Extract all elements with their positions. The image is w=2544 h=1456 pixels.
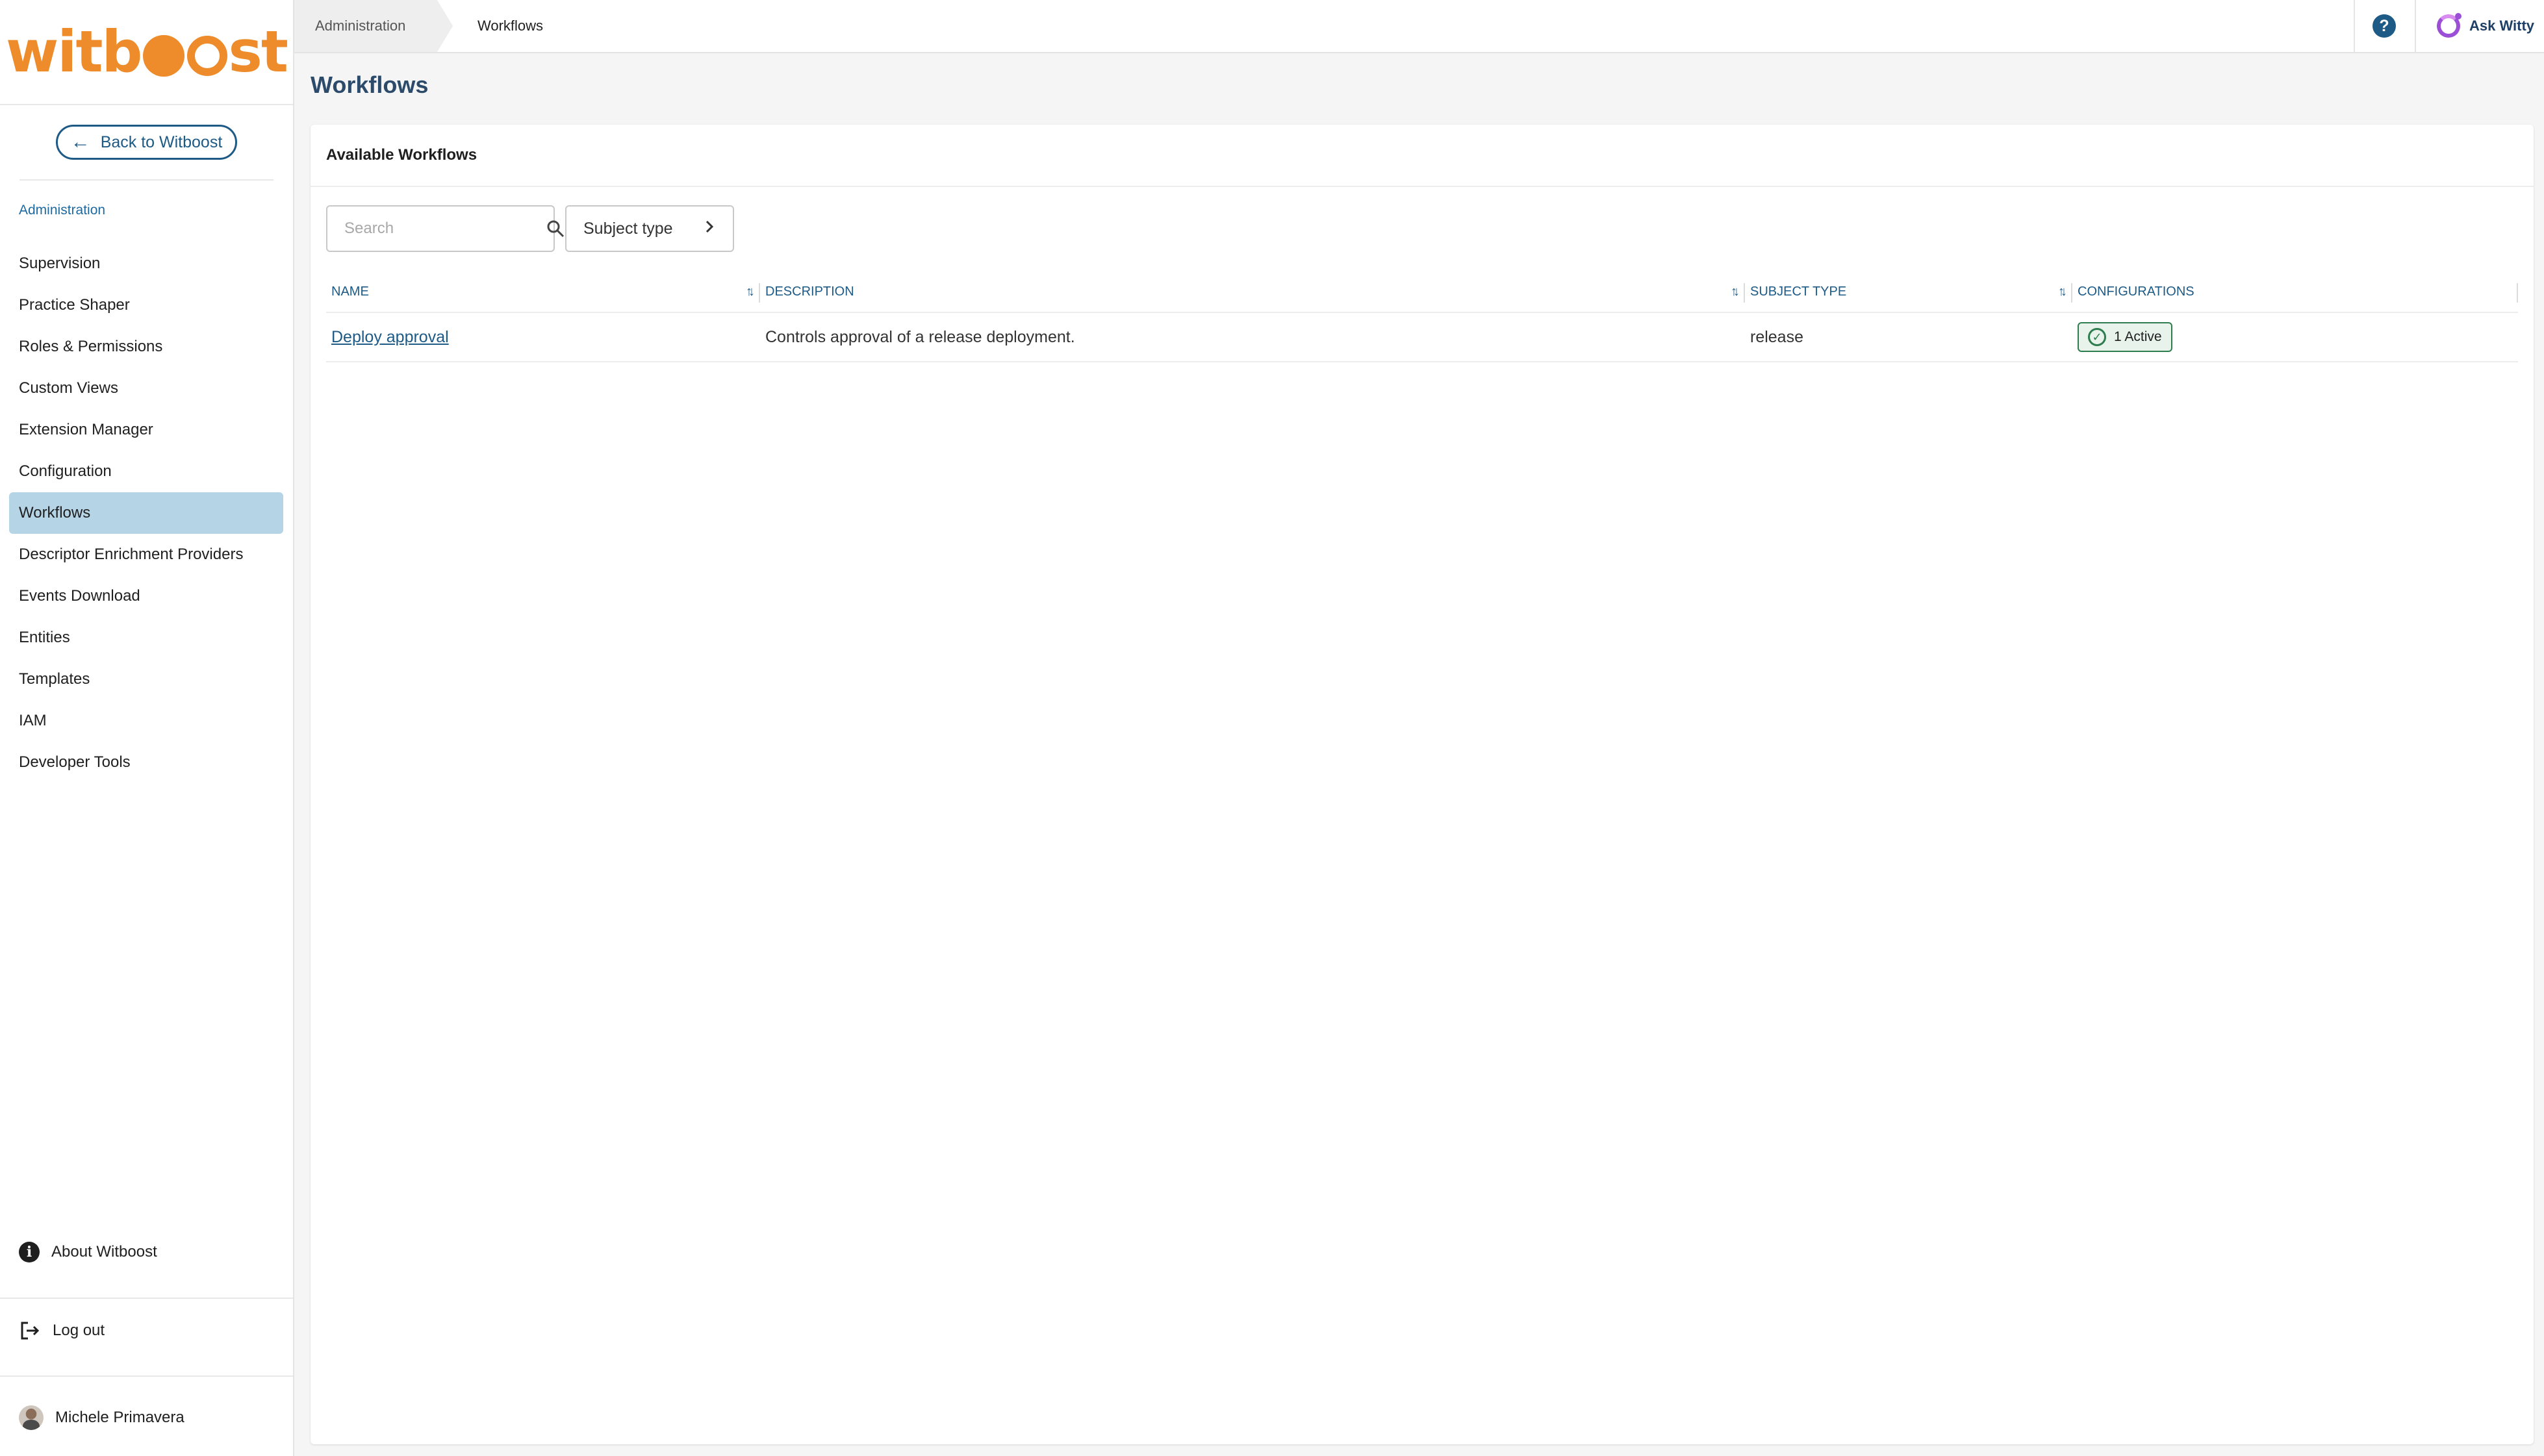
ask-witty-label: Ask Witty: [2469, 18, 2535, 34]
arrow-left-icon: ←: [70, 131, 90, 153]
sidebar-item-workflows[interactable]: Workflows: [9, 492, 283, 534]
top-bar: Administration Workflows ? Ask Witty: [294, 0, 2544, 53]
sidebar-item-label: Events Download: [19, 587, 140, 605]
workflows-table: NAME ↑↓ DESCRIPTION ↑↓ SUBJECT TYPE ↑↓ C…: [326, 271, 2518, 362]
sidebar-item-label: Supervision: [19, 255, 101, 272]
sidebar-item-label: Extension Manager: [19, 421, 153, 438]
divider: [0, 1375, 293, 1377]
column-header-description[interactable]: DESCRIPTION ↑↓: [760, 271, 1745, 312]
sidebar-item-templates[interactable]: Templates: [9, 659, 283, 700]
workflow-description: Controls approval of a release deploymen…: [765, 327, 1075, 346]
sidebar-item-events-download[interactable]: Events Download: [9, 575, 283, 617]
about-witboost-link[interactable]: i About Witboost: [19, 1242, 157, 1262]
sidebar-item-iam[interactable]: IAM: [9, 700, 283, 742]
back-button-label: Back to Witboost: [100, 132, 223, 151]
subject-type-filter-button[interactable]: Subject type: [565, 205, 734, 252]
sidebar-item-label: Custom Views: [19, 379, 118, 397]
card-title: Available Workflows: [311, 125, 2534, 187]
sidebar-item-configuration[interactable]: Configuration: [9, 451, 283, 492]
sidebar-item-descriptor-enrichment-providers[interactable]: Descriptor Enrichment Providers: [9, 534, 283, 575]
search-input[interactable]: [344, 220, 546, 238]
avatar: [19, 1405, 44, 1430]
question-circle-icon: ?: [2372, 14, 2396, 38]
sort-icon[interactable]: ↑↓: [1731, 284, 1740, 299]
breadcrumb-administration[interactable]: Administration: [294, 0, 453, 52]
column-separator: [2517, 283, 2518, 303]
info-icon: i: [19, 1242, 40, 1262]
sidebar: witb st ← Back to Witboost Administration…: [0, 0, 294, 1456]
sort-icon[interactable]: ↑↓: [2058, 284, 2067, 299]
table-row: Deploy approval Controls approval of a r…: [326, 313, 2518, 362]
filter-label: Subject type: [583, 219, 673, 238]
sidebar-item-label: Developer Tools: [19, 753, 131, 771]
workflows-card: Available Workflows Subject type NAME ↑↓…: [311, 125, 2534, 1444]
breadcrumb-workflows: Workflows: [477, 18, 544, 34]
sort-icon[interactable]: ↑↓: [746, 284, 755, 299]
sidebar-item-extension-manager[interactable]: Extension Manager: [9, 409, 283, 451]
sidebar-item-supervision[interactable]: Supervision: [9, 243, 283, 284]
workflow-name-link[interactable]: Deploy approval: [331, 328, 449, 347]
logout-label: Log out: [53, 1322, 105, 1339]
sidebar-nav: Supervision Practice Shaper Roles & Perm…: [9, 243, 283, 783]
user-profile[interactable]: Michele Primavera: [19, 1405, 184, 1430]
column-header-subject-type[interactable]: SUBJECT TYPE ↑↓: [1745, 271, 2072, 312]
sidebar-item-label: Practice Shaper: [19, 296, 130, 314]
about-label: About Witboost: [51, 1243, 157, 1261]
logout-button[interactable]: Log out: [19, 1320, 105, 1342]
user-name: Michele Primavera: [55, 1409, 184, 1426]
sidebar-item-entities[interactable]: Entities: [9, 617, 283, 659]
sidebar-item-practice-shaper[interactable]: Practice Shaper: [9, 284, 283, 326]
badge-label: 1 Active: [2114, 329, 2162, 344]
sidebar-item-label: Entities: [19, 629, 70, 646]
check-circle-icon: ✓: [2088, 328, 2106, 346]
witty-assistant-icon: [2437, 13, 2461, 38]
sidebar-item-label: Templates: [19, 670, 90, 688]
witboost-logo[interactable]: witb st: [6, 23, 288, 81]
workflow-subject-type: release: [1750, 327, 1803, 346]
sidebar-item-roles-permissions[interactable]: Roles & Permissions: [9, 326, 283, 368]
logout-icon: [19, 1320, 41, 1342]
search-icon[interactable]: [546, 219, 565, 238]
sidebar-item-developer-tools[interactable]: Developer Tools: [9, 742, 283, 783]
divider: [0, 1298, 293, 1299]
column-header-configurations: CONFIGURATIONS: [2072, 271, 2518, 312]
sidebar-item-custom-views[interactable]: Custom Views: [9, 368, 283, 409]
logo-area: witb st: [0, 0, 293, 105]
sidebar-item-label: Roles & Permissions: [19, 338, 163, 355]
sidebar-section-label: Administration: [19, 203, 106, 218]
back-to-witboost-button[interactable]: ← Back to Witboost: [55, 125, 238, 160]
search-field[interactable]: [326, 205, 565, 252]
chevron-right-icon: [703, 219, 716, 239]
ask-witty-button[interactable]: Ask Witty: [2415, 0, 2544, 52]
help-button[interactable]: ?: [2354, 0, 2413, 52]
column-header-name[interactable]: NAME ↑↓: [326, 271, 760, 312]
sidebar-item-label: IAM: [19, 712, 47, 729]
configurations-status-badge[interactable]: ✓ 1 Active: [2078, 322, 2172, 352]
sidebar-item-label: Workflows: [19, 504, 91, 521]
sidebar-item-label: Descriptor Enrichment Providers: [19, 546, 244, 563]
page-title: Workflows: [311, 71, 429, 98]
sidebar-item-label: Configuration: [19, 462, 112, 480]
table-header: NAME ↑↓ DESCRIPTION ↑↓ SUBJECT TYPE ↑↓ C…: [326, 271, 2518, 313]
